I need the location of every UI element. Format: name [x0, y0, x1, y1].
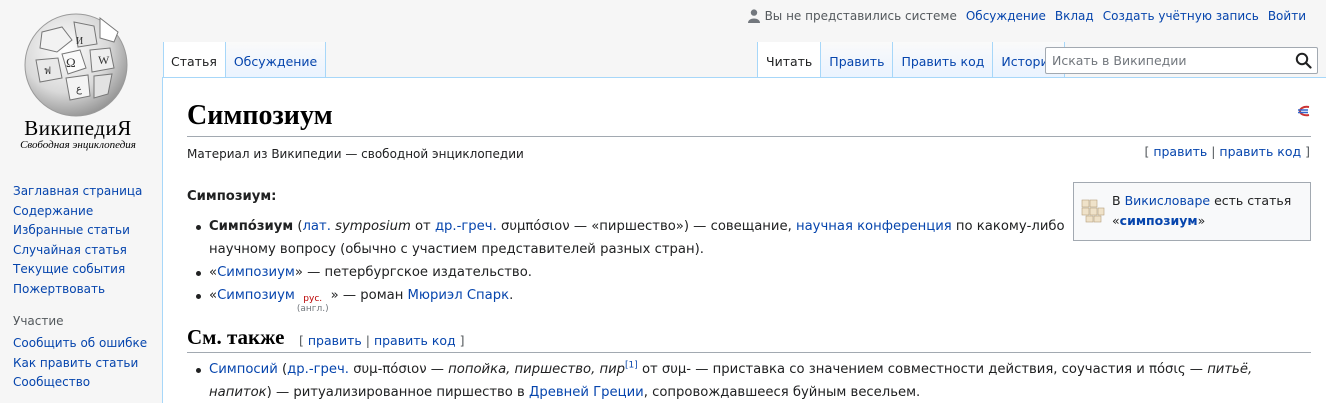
- user-icon: [747, 9, 760, 23]
- sidebar-item-featured[interactable]: Избранные статьи: [13, 221, 158, 241]
- sidebar-item-current-events[interactable]: Текущие события: [13, 260, 158, 280]
- author-link[interactable]: Мюриэл Спарк: [408, 288, 510, 303]
- meaning-italic: попойка, пиршество, пир: [448, 362, 626, 377]
- namespace-tabs: Статья Обсуждение: [163, 42, 327, 78]
- sidebar-heading-participation: Участие: [13, 314, 64, 328]
- publisher-link[interactable]: Симпозиум: [217, 265, 295, 280]
- personal-tools: Вы не представились системе Обсуждение В…: [747, 9, 1306, 23]
- sidebar-item-donate[interactable]: Пожертвовать: [13, 280, 158, 300]
- contributions-link[interactable]: Вклад: [1055, 9, 1094, 23]
- tab-edit-source[interactable]: Править код: [893, 42, 994, 78]
- not-logged-in-status: Вы не представились системе: [747, 9, 957, 23]
- symposion-link[interactable]: Симпосий: [209, 362, 278, 377]
- text: «: [209, 265, 218, 280]
- tab-read[interactable]: Читать: [757, 42, 822, 78]
- sidebar-item-contents[interactable]: Содержание: [13, 202, 158, 222]
- edit-section-links: [ править | править код ]: [1144, 144, 1310, 159]
- language-links-icon[interactable]: [1297, 105, 1313, 117]
- tab-edit[interactable]: Править: [821, 42, 894, 78]
- list-item: «Симпозиум рус. (англ.)» — роман Мюриэл Сп…: [187, 284, 1067, 314]
- talk-link[interactable]: Обсуждение: [966, 9, 1046, 23]
- text: — «пиршество») — совещание,: [569, 219, 796, 234]
- text: , сопровождавшееся буйным весельем.: [643, 385, 921, 400]
- text: от: [410, 219, 435, 234]
- wiktionary-box: В Викисловаре есть статья «симпозиум»: [1073, 182, 1311, 241]
- ru-marker[interactable]: рус.: [297, 294, 329, 304]
- text: ) — ритуализированное пиршество в: [266, 385, 530, 400]
- login-link[interactable]: Войти: [1268, 9, 1306, 23]
- article-body: Симпозиум: Симпо́зиум (лат. symposium от…: [187, 185, 1067, 314]
- not-logged-in-label: Вы не представились системе: [764, 9, 957, 23]
- search-icon[interactable]: [1295, 52, 1312, 69]
- en-marker[interactable]: (англ.): [297, 304, 329, 314]
- term-bold: Симпо́зиум: [209, 219, 294, 234]
- greek-link[interactable]: др.-греч.: [435, 219, 497, 234]
- see-also-divider: [187, 352, 1311, 353]
- sidebar-item-random[interactable]: Случайная статья: [13, 241, 158, 261]
- text: » — роман: [330, 288, 408, 303]
- article-content: Симпозиум Материал из Википедии — свобод…: [162, 77, 1326, 403]
- tab-article[interactable]: Статья: [163, 42, 226, 78]
- search-box: [1045, 47, 1318, 74]
- greek-word: συμπόσιον: [496, 219, 570, 234]
- sidebar-item-main-page[interactable]: Заглавная страница: [13, 182, 158, 202]
- ancient-greece-link[interactable]: Древней Греции: [529, 385, 644, 400]
- see-also-heading: См. также: [187, 325, 285, 349]
- greek-word: συμ-πόσιον: [349, 362, 427, 377]
- text: «: [209, 288, 218, 303]
- wikipedia-globe-icon: Ω W И ฟ ع: [24, 13, 128, 117]
- wiktionary-entry-link[interactable]: симпозиум: [1120, 213, 1198, 228]
- svg-text:ع: ع: [76, 84, 82, 95]
- text: —: [426, 362, 449, 377]
- meanings-list: Симпо́зиум (лат. symposium от др.-греч. …: [187, 215, 1067, 314]
- site-subtitle: Материал из Википедии — свободной энцикл…: [187, 147, 524, 161]
- sidebar-item-community[interactable]: Сообщество: [13, 373, 158, 393]
- novel-link[interactable]: Симпозиум: [217, 288, 295, 303]
- text: В: [1112, 193, 1125, 208]
- tab-discussion[interactable]: Обсуждение: [225, 42, 327, 78]
- conference-link[interactable]: научная конференция: [796, 219, 952, 234]
- svg-text:ฟ: ฟ: [44, 66, 51, 77]
- list-item: Симпосий (др.-греч. συμ-πόσιον — попойка…: [187, 358, 1311, 403]
- sidebar-navigation: Заглавная страница Содержание Избранные …: [13, 182, 158, 393]
- svg-text:И: И: [76, 36, 83, 47]
- edit-section-source-link[interactable]: править код: [374, 333, 456, 348]
- title-divider: [187, 136, 1311, 137]
- wikipedia-wordmark: ВикипедиЯ: [24, 116, 132, 140]
- list-item: Симпо́зиум (лат. symposium от др.-греч. …: [187, 215, 1067, 261]
- text: .: [509, 288, 514, 303]
- edit-section-link[interactable]: править: [308, 333, 362, 348]
- text: (: [277, 362, 288, 377]
- lead-term: Симпозиум:: [187, 189, 277, 204]
- reference-link[interactable]: [1]: [625, 361, 638, 371]
- edit-link[interactable]: править: [1153, 144, 1207, 159]
- view-tabs: Читать Править Править код История: [757, 42, 1066, 78]
- latin-word: symposium: [335, 219, 411, 234]
- text: (: [293, 219, 303, 234]
- text: »: [1197, 213, 1206, 228]
- search-input[interactable]: [1046, 48, 1286, 73]
- wikipedia-tagline: Свободная энциклопедия: [20, 139, 136, 151]
- see-also-content: Симпосий (др.-греч. συμ-πόσιον — попойка…: [187, 358, 1311, 403]
- page-title: Симпозиум: [187, 100, 333, 131]
- list-item: «Симпозиум» — петербургское издательство…: [187, 261, 1067, 284]
- svg-text:W: W: [98, 53, 110, 67]
- text: «: [1112, 213, 1120, 228]
- see-also-list: Симпосий (др.-греч. συμ-πόσιον — попойка…: [187, 358, 1311, 403]
- wikipedia-logo[interactable]: Ω W И ฟ ع ВикипедиЯ Свободная энциклопед…: [0, 0, 160, 160]
- create-account-link[interactable]: Создать учётную запись: [1103, 9, 1259, 23]
- sidebar-item-report-error[interactable]: Сообщить об ошибке: [13, 334, 158, 354]
- sidebar-item-how-to-edit[interactable]: Как править статьи: [13, 354, 158, 374]
- greek-link[interactable]: др.-греч.: [287, 362, 349, 377]
- text: есть статья: [1210, 193, 1292, 208]
- interlanguage-marker: рус. (англ.): [297, 294, 329, 314]
- see-also-edit-links: [ править | править код ]: [299, 333, 465, 348]
- edit-source-link[interactable]: править код: [1219, 144, 1301, 159]
- latin-link[interactable]: лат.: [303, 219, 331, 234]
- wiktionary-icon: [1081, 199, 1105, 223]
- wiktionary-link[interactable]: Викисловаре: [1125, 193, 1211, 208]
- text: от συμ- — приставка со значением совмест…: [637, 362, 1208, 377]
- text: » — петербургское издательство.: [294, 265, 532, 280]
- svg-text:Ω: Ω: [66, 55, 76, 70]
